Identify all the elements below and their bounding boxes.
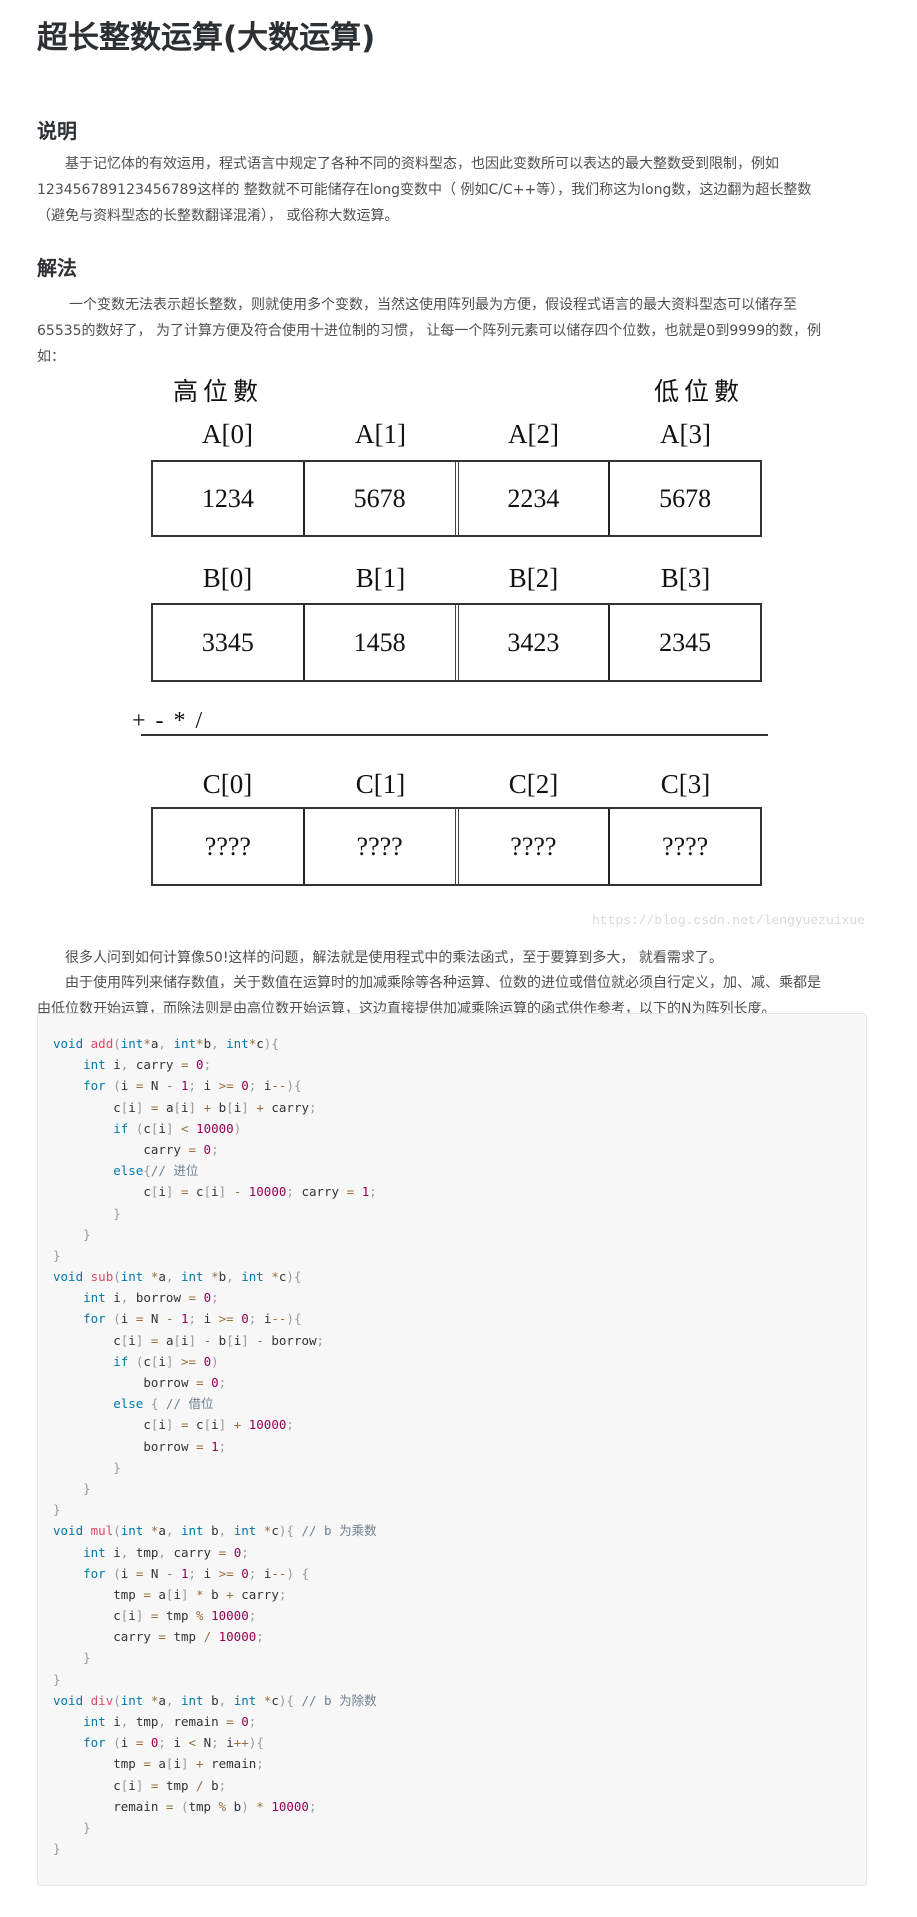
array-cell: 1234: [153, 462, 305, 535]
code-line: else { // 借位: [113, 1396, 214, 1412]
code-line: void add(int*a, int*b, int*c){: [53, 1036, 279, 1051]
code-line: }: [113, 1205, 121, 1221]
section-heading-solution: 解法: [37, 256, 77, 280]
array-c-row: ???? ???? ???? ????: [151, 807, 762, 886]
array-cell: ????: [662, 831, 709, 861]
code-line: c[i] = tmp / b;: [113, 1777, 227, 1793]
cell-label: B[2]: [508, 563, 559, 593]
code-line: remain = (tmp % b) * 10000;: [113, 1798, 317, 1814]
paragraph-text: 一个变数无法表示超长整数，则就使用多个变数，当然这使用阵列最为方便，假设程式语言…: [69, 297, 797, 313]
array-cell: 2234: [459, 462, 611, 535]
article-title: 超长整数运算(大数运算): [37, 20, 376, 56]
code-line: for (i = 0; i < N; i++){: [83, 1735, 264, 1751]
factorial-paragraph: 很多人问到如何计算像50!这样的问题，解法就是使用程式中的乘法函式，至于要算到多…: [37, 945, 873, 971]
cell-label: A[2]: [508, 419, 559, 449]
array-cell: 1458: [305, 605, 459, 680]
cell-label: A[3]: [660, 419, 711, 449]
code-block[interactable]: void add(int*a, int*b, int*c){ int i, ca…: [37, 1013, 867, 1886]
code-line: c[i] = c[i] - 10000; carry = 1;: [143, 1184, 377, 1200]
cell-label: C[1]: [355, 769, 406, 799]
paragraph-line: 一个变数无法表示超长整数，则就使用多个变数，当然这使用阵列最为方便，假设程式语言…: [37, 292, 873, 318]
description-paragraph: 基于记忆体的有效运用，程式语言中规定了各种不同的资料型态，也因此变数所可以表达的…: [37, 151, 873, 229]
code-line: }: [83, 1819, 91, 1835]
code-line: if (c[i] < 10000): [113, 1120, 242, 1136]
paragraph-line: 如：: [37, 349, 65, 365]
code-line: void sub(int *a, int *b, int *c){: [53, 1269, 302, 1285]
code-line: int i, borrow = 0;: [83, 1290, 219, 1306]
code-line: tmp = a[i] + remain;: [113, 1756, 264, 1772]
code-line: }: [113, 1459, 121, 1475]
paragraph-line: 很多人问到如何计算像50!这样的问题，解法就是使用程式中的乘法函式，至于要算到多…: [37, 945, 873, 971]
code-line: carry = 0;: [143, 1141, 219, 1157]
section-heading-description: 说明: [37, 119, 77, 143]
operators-label: + - * /: [132, 708, 205, 734]
code-line: for (i = N - 1; i >= 0; i--) {: [83, 1565, 310, 1581]
code-line: if (c[i] >= 0): [113, 1353, 219, 1369]
cell-label: B[3]: [660, 563, 711, 593]
array-cell: 3345: [153, 605, 305, 680]
code-line: int i, carry = 0;: [83, 1057, 212, 1073]
image-watermark: https://blog.csdn.net/lengyuezuixue: [592, 913, 866, 928]
code-line: }: [53, 1671, 61, 1687]
code-line: }: [83, 1650, 91, 1666]
code-line: carry = tmp / 10000;: [113, 1629, 264, 1645]
code-line: for (i = N - 1; i >= 0; i--){: [83, 1311, 302, 1327]
array-cell: 3423: [459, 605, 611, 680]
array-cell: ????: [459, 809, 611, 884]
array-cell: 5678: [659, 483, 712, 513]
cell-label: B[1]: [355, 563, 406, 593]
code-line: c[i] = a[i] + b[i] + carry;: [113, 1099, 317, 1115]
code-line: void div(int *a, int b, int *c){ // b 为除…: [53, 1692, 377, 1708]
code-line: else{// 进位: [113, 1163, 199, 1179]
code-line: int i, tmp, remain = 0;: [83, 1714, 257, 1729]
array-cell: 5678: [305, 462, 459, 535]
cell-label: C[3]: [660, 769, 711, 799]
solution-paragraph: 一个变数无法表示超长整数，则就使用多个变数，当然这使用阵列最为方便，假设程式语言…: [37, 292, 873, 370]
code-line: borrow = 1;: [143, 1438, 227, 1454]
paragraph-line: 基于记忆体的有效运用，程式语言中规定了各种不同的资料型态，也因此变数所可以表达的…: [37, 151, 873, 177]
cell-label: A[1]: [355, 419, 406, 449]
array-diagram-image: 高位數 低位數 A[0] A[1] A[2] A[3] 1234 5678 22…: [0, 0, 917, 940]
code-line: c[i] = c[i] + 10000;: [143, 1417, 294, 1433]
code-content[interactable]: void add(int*a, int*b, int*c){ int i, ca…: [53, 1033, 377, 1859]
paragraph-line: 由于使用阵列来储存数值，关于数值在运算时的加减乘除等各种运算、位数的进位或借位就…: [37, 970, 873, 996]
code-line: for (i = N - 1; i >= 0; i--){: [83, 1078, 302, 1094]
code-line: }: [83, 1226, 91, 1242]
high-digit-label: 高位數: [173, 379, 264, 406]
code-line: int i, tmp, carry = 0;: [83, 1544, 249, 1560]
cell-label: C[2]: [508, 769, 559, 799]
paragraph-line: 65535的数好了， 为了计算方便及符合使用十进位制的习惯， 让每一个阵列元素可…: [37, 323, 821, 339]
array-cell: ????: [153, 809, 305, 884]
array-a-row: 1234 5678 2234 5678: [151, 460, 762, 537]
low-digit-label: 低位數: [654, 379, 745, 406]
cell-label: C[0]: [202, 769, 253, 799]
operator-rule-line: [141, 734, 768, 736]
array-cell: ????: [305, 809, 459, 884]
paragraph-text: 由于使用阵列来储存数值，关于数值在运算时的加减乘除等各种运算、位数的进位或借位就…: [65, 975, 821, 991]
code-line: }: [53, 1247, 61, 1263]
array-cell: 2345: [659, 627, 712, 657]
cell-label: B[0]: [202, 563, 253, 593]
code-line: void mul(int *a, int b, int *c){ // b 为乘…: [53, 1523, 377, 1539]
code-line: c[i] = a[i] - b[i] - borrow;: [113, 1332, 325, 1348]
code-line: c[i] = tmp % 10000;: [113, 1608, 257, 1624]
paragraph-text: 很多人问到如何计算像50!这样的问题，解法就是使用程式中的乘法函式，至于要算到多…: [65, 950, 723, 966]
code-line: }: [53, 1502, 61, 1518]
array-b-row: 3345 1458 3423 2345: [151, 603, 762, 682]
cell-label: A[0]: [202, 419, 253, 449]
code-line: }: [53, 1841, 61, 1857]
code-line: tmp = a[i] * b + carry;: [113, 1586, 287, 1602]
paragraph-text: 基于记忆体的有效运用，程式语言中规定了各种不同的资料型态，也因此变数所可以表达的…: [65, 156, 779, 172]
code-line: borrow = 0;: [143, 1375, 227, 1390]
code-line: }: [83, 1480, 91, 1496]
paragraph-line: （避免与资料型态的长整数翻译混淆）， 或俗称大数运算。: [37, 208, 399, 224]
paragraph-line: 123456789123456789这样的 整数就不可能储存在long变数中（ …: [37, 182, 812, 198]
